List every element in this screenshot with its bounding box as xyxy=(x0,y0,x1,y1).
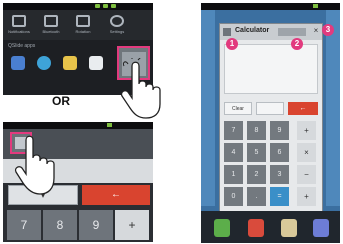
key-plus-2[interactable]: + xyxy=(297,187,316,206)
qslide-calculator-window[interactable]: Calculator × Clear ← 7 8 9 + 4 5 6 × 1 2… xyxy=(219,23,323,212)
key-minus[interactable]: − xyxy=(297,165,316,184)
contacts-icon[interactable] xyxy=(248,219,264,237)
battery-icon xyxy=(111,4,116,8)
key-5[interactable]: 5 xyxy=(247,143,266,162)
key-9[interactable]: 9 xyxy=(270,121,289,140)
calculator-display xyxy=(224,44,318,94)
key-decimal[interactable]: . xyxy=(247,187,266,206)
messaging-icon[interactable] xyxy=(281,219,297,237)
key-9[interactable]: 9 xyxy=(79,210,113,240)
window-title: Calculator xyxy=(235,27,270,34)
close-icon[interactable]: × xyxy=(312,27,320,35)
key-7[interactable]: 7 xyxy=(7,210,41,240)
home-screen-widget xyxy=(201,10,215,206)
qslide-window-screenshot: Calculator × Clear ← 7 8 9 + 4 5 6 × 1 2… xyxy=(201,3,340,243)
app-icon[interactable] xyxy=(11,56,25,70)
signal-icon xyxy=(103,4,108,8)
or-separator: OR xyxy=(52,94,70,108)
apps-icon[interactable] xyxy=(313,219,329,237)
section-label: QSlide apps xyxy=(8,43,36,49)
bluetooth-icon xyxy=(44,15,58,27)
callout-3: 3 xyxy=(322,24,334,36)
memory-button[interactable] xyxy=(256,102,284,115)
callout-1: 1 xyxy=(226,38,238,50)
callout-2: 2 xyxy=(291,38,303,50)
key-3[interactable]: 3 xyxy=(270,165,289,184)
rotation-icon xyxy=(76,15,90,27)
clear-button[interactable]: Clear xyxy=(224,102,252,115)
gear-icon xyxy=(110,15,124,27)
key-4[interactable]: 4 xyxy=(224,143,243,162)
calendar-icon[interactable] xyxy=(89,56,103,70)
quick-setting-notifications[interactable]: Notifications xyxy=(7,14,31,39)
status-bar xyxy=(3,3,153,10)
delete-button[interactable]: ← xyxy=(288,102,318,115)
app-dock xyxy=(201,211,340,243)
status-bar xyxy=(201,3,340,10)
key-equals[interactable]: = xyxy=(270,187,289,206)
transparency-slider[interactable] xyxy=(278,28,306,36)
phone-icon[interactable] xyxy=(214,219,230,237)
tap-hand-icon xyxy=(14,135,55,195)
key-plus[interactable]: + xyxy=(115,210,149,240)
home-screen-widget xyxy=(326,10,340,206)
key-2[interactable]: 2 xyxy=(247,165,266,184)
wifi-icon xyxy=(95,4,100,8)
key-8[interactable]: 8 xyxy=(247,121,266,140)
calculator-icon xyxy=(223,28,231,36)
key-0[interactable]: 0 xyxy=(224,187,243,206)
delete-button[interactable]: ← xyxy=(82,185,150,205)
quick-setting-bluetooth[interactable]: Bluetooth xyxy=(39,14,63,39)
key-1[interactable]: 1 xyxy=(224,165,243,184)
window-title-bar[interactable]: Calculator × xyxy=(220,24,322,40)
memo-icon[interactable] xyxy=(63,56,77,70)
quick-setting-rotation[interactable]: Rotation xyxy=(71,14,95,39)
tap-hand-icon xyxy=(120,58,161,119)
notification-icon xyxy=(12,15,26,27)
key-multiply[interactable]: × xyxy=(297,143,316,162)
key-8[interactable]: 8 xyxy=(43,210,77,240)
battery-icon xyxy=(107,123,112,127)
key-6[interactable]: 6 xyxy=(270,143,289,162)
status-bar xyxy=(3,122,153,129)
globe-icon[interactable] xyxy=(37,56,51,70)
quick-setting-settings[interactable]: Settings xyxy=(105,14,129,39)
quick-settings-row: Notifications Bluetooth Rotation Setting… xyxy=(3,10,153,40)
key-7[interactable]: 7 xyxy=(224,121,243,140)
battery-icon xyxy=(313,4,318,8)
key-plus[interactable]: + xyxy=(297,121,316,140)
